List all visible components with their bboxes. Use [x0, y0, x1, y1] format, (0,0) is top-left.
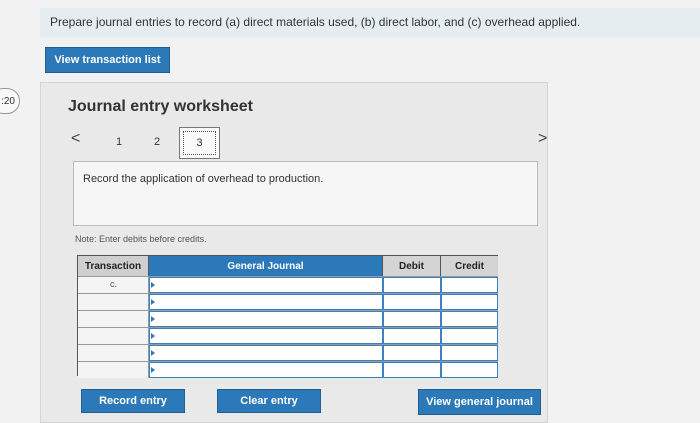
account-input[interactable]: [149, 328, 383, 344]
general-journal-header: General Journal: [149, 256, 383, 276]
credit-input[interactable]: [441, 277, 498, 293]
debit-input[interactable]: [383, 345, 441, 361]
debit-input[interactable]: [383, 311, 441, 327]
credit-input[interactable]: [441, 362, 498, 378]
account-input[interactable]: [149, 362, 383, 378]
transaction-cell: [78, 328, 149, 344]
transaction-cell: c.: [78, 277, 149, 293]
debit-input[interactable]: [383, 277, 441, 293]
page-1[interactable]: 1: [116, 136, 122, 148]
journal-table: Transaction General Journal Debit Credit…: [77, 255, 498, 378]
account-input[interactable]: [149, 294, 383, 310]
dropdown-caret-icon: [151, 316, 155, 322]
transaction-cell: [78, 362, 149, 378]
dropdown-caret-icon: [151, 333, 155, 339]
view-general-journal-button[interactable]: View general journal: [418, 389, 541, 415]
transaction-cell: [78, 345, 149, 361]
credit-input[interactable]: [441, 311, 498, 327]
table-row: [78, 327, 498, 344]
next-page-icon[interactable]: >: [538, 130, 547, 148]
table-row: [78, 344, 498, 361]
account-input[interactable]: [149, 311, 383, 327]
note-text: Note: Enter debits before credits.: [75, 234, 207, 244]
dropdown-caret-icon: [151, 282, 155, 288]
prompt-text: Record the application of overhead to pr…: [83, 173, 324, 185]
credit-input[interactable]: [441, 294, 498, 310]
page-3-current[interactable]: 3: [179, 127, 220, 159]
debit-input[interactable]: [383, 328, 441, 344]
record-entry-button[interactable]: Record entry: [81, 389, 185, 413]
debit-input[interactable]: [383, 362, 441, 378]
clear-entry-button[interactable]: Clear entry: [217, 389, 321, 413]
dropdown-caret-icon: [151, 299, 155, 305]
view-transaction-list-button[interactable]: View transaction list: [45, 47, 170, 73]
account-input[interactable]: [149, 345, 383, 361]
debit-header: Debit: [383, 256, 441, 276]
page-2[interactable]: 2: [154, 136, 160, 148]
instruction-text: Prepare journal entries to record (a) di…: [50, 15, 581, 29]
transaction-cell: [78, 294, 149, 310]
timer-badge: :20: [0, 88, 20, 114]
credit-input[interactable]: [441, 345, 498, 361]
debit-input[interactable]: [383, 294, 441, 310]
previous-page-icon[interactable]: <: [71, 130, 80, 148]
worksheet-title: Journal entry worksheet: [68, 98, 253, 115]
transaction-header: Transaction: [78, 256, 149, 276]
dropdown-caret-icon: [151, 350, 155, 356]
dropdown-caret-icon: [151, 367, 155, 373]
prompt-box: [73, 161, 538, 226]
account-input[interactable]: [149, 277, 383, 293]
credit-header: Credit: [441, 256, 498, 276]
table-row: [78, 361, 498, 378]
credit-input[interactable]: [441, 328, 498, 344]
table-row: c.: [78, 276, 498, 293]
table-row: [78, 293, 498, 310]
focus-outline: [183, 131, 216, 155]
table-row: [78, 310, 498, 327]
transaction-cell: [78, 311, 149, 327]
